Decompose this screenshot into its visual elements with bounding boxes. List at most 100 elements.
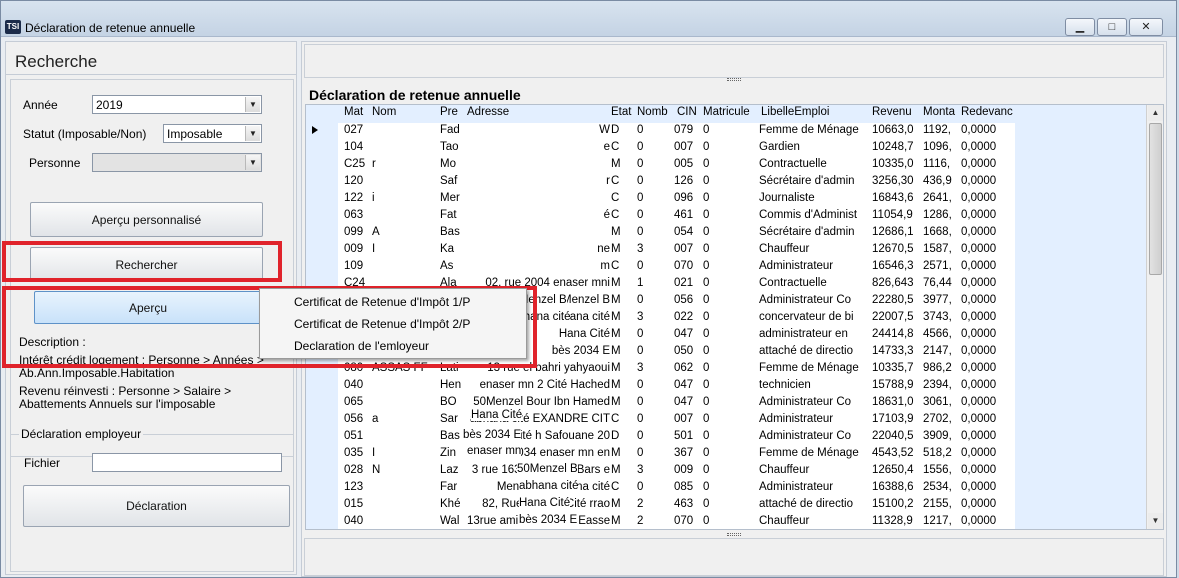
table-cell: 463	[674, 498, 694, 510]
menu-item-certificat-2p[interactable]: Certificat de Retenue d'Impôt 2/P	[260, 313, 526, 335]
table-cell: 126	[674, 175, 694, 187]
table-cell: Saf	[440, 175, 458, 187]
column-header-nom[interactable]: Nom	[372, 106, 440, 122]
table-cell: 007	[674, 243, 694, 255]
search-panel-header: Recherche	[6, 42, 296, 75]
table-row[interactable]: 040 Hen enaser mn 2 Cité Hached M 0 047 0 techn…	[338, 378, 1015, 395]
table-cell: 047	[674, 396, 694, 408]
table-row[interactable]: 027 Fad W D 0 079 0 Femme de Ménage 10663,0 1192,…	[338, 123, 1015, 140]
table-cell: 15788,9	[872, 379, 914, 391]
table-cell: 3	[637, 243, 644, 255]
table-cell: 079	[674, 124, 694, 136]
table-cell: 0,0000	[961, 362, 997, 374]
table-cell: 0,0000	[961, 464, 997, 476]
table-cell: a	[372, 413, 379, 425]
table-row[interactable]: 063 Fat é C 0 461 0 Commis d'Administ 11054,9 128…	[338, 208, 1015, 225]
table-cell: 0	[703, 243, 710, 255]
chevron-down-icon[interactable]: ▼	[245, 126, 260, 141]
column-header-etat[interactable]: Etat	[611, 106, 637, 122]
table-row[interactable]: 051 Bas Hana Cité h Safouane 20 D 0 501 0 Admin…	[338, 429, 1015, 446]
table-cell: 0	[703, 277, 710, 289]
table-cell: Sécrétaire d'admin	[759, 175, 855, 187]
splitter-grip-bottom[interactable]	[727, 533, 741, 536]
table-cell: 056	[674, 294, 694, 306]
table-cell: m	[600, 260, 610, 272]
apercu-personnalise-button[interactable]: Aperçu personnalisé	[30, 202, 263, 237]
column-header-pre[interactable]: Pre	[440, 106, 467, 122]
table-cell: Khé	[440, 498, 461, 510]
table-cell: 3256,30	[872, 175, 914, 187]
grid-vertical-scrollbar[interactable]: ▲ ▼	[1146, 105, 1163, 529]
close-icon: ✕	[1141, 21, 1151, 33]
grid-title: Déclaration de retenue annuelle	[309, 87, 521, 103]
column-header-monta[interactable]: Monta	[923, 106, 961, 122]
table-row[interactable]: 040Wal13rue ami abès 2034 EasserM20700Ch…	[338, 514, 1015, 529]
table-row[interactable]: 065 BO 50Menzel Bour Ibn Hamed M 0 047 0 Admini…	[338, 395, 1015, 412]
table-cell: 040	[344, 515, 364, 527]
table-row[interactable]: 109 As m C 0 070 0 Administrateur 16546,3 2571, 0,…	[338, 259, 1015, 276]
column-header-adresse[interactable]: Adresse	[467, 106, 610, 122]
table-row[interactable]: 035 I Zin abès 2034 enaser mn en M 0 367 0 Femme…	[338, 446, 1015, 463]
table-cell: D	[611, 430, 620, 442]
table-cell: 2571,	[923, 260, 952, 272]
table-row[interactable]: 009 I Ka ne M 3 007 0 Chauffeur 12670,5 1587, 0,000…	[338, 242, 1015, 259]
statut-select[interactable]: Imposable ▼	[163, 124, 262, 143]
personne-select[interactable]: ▼	[92, 153, 262, 172]
title-bar[interactable]: TSI Déclaration de retenue annuelle ▁ □ …	[1, 1, 1176, 37]
table-row[interactable]: 056 a Sar abhana cité EXANDRE CIT C 0 007 0 Admi…	[338, 412, 1015, 429]
table-row[interactable]: 028NLaz3 rue 163 50Menzel Bars eM30090Ch…	[338, 463, 1015, 480]
table-cell: 0	[637, 141, 644, 153]
table-cell: M	[611, 226, 621, 238]
column-header-matricule[interactable]: Matricule	[703, 106, 759, 122]
column-header-cin[interactable]: CIN	[677, 106, 703, 122]
table-cell: Administrateur Co	[759, 396, 852, 408]
table-cell: Femme de Ménage	[759, 362, 859, 374]
table-row[interactable]: 015Khé82, Rue 4 Hana Cité rraoM24630atta…	[338, 497, 1015, 514]
maximize-button[interactable]: □	[1097, 18, 1127, 36]
table-row[interactable]: 120 Saf r C 0 126 0 Sécrétaire d'admin 3256,30 43…	[338, 174, 1015, 191]
table-cell: 007	[674, 141, 694, 153]
table-cell: é	[603, 209, 610, 221]
table-cell: 22040,5	[872, 430, 914, 442]
declaration-button[interactable]: Déclaration	[23, 485, 290, 527]
table-row[interactable]: 123FarMenzah 1 abhana citéC00850Administ…	[338, 480, 1015, 497]
splitter-grip-top[interactable]	[727, 78, 741, 81]
menu-item-certificat-1p[interactable]: Certificat de Retenue d'Impôt 1/P	[260, 291, 526, 313]
scroll-up-icon[interactable]: ▲	[1148, 105, 1163, 121]
table-cell: M	[611, 498, 621, 510]
highlight-rechercher	[2, 241, 282, 282]
table-cell: I	[372, 243, 376, 255]
table-cell: 0	[703, 430, 710, 442]
table-cell: M	[611, 447, 621, 459]
column-header-nomb[interactable]: Nomb	[637, 106, 673, 122]
table-cell: BO	[440, 396, 457, 408]
menu-item-declaration-employeur[interactable]: Declaration de l'emloyeur	[260, 335, 526, 357]
chevron-down-icon[interactable]: ▼	[245, 97, 260, 112]
stray-text: abhana cité	[519, 480, 579, 492]
table-cell: 0	[637, 175, 644, 187]
table-cell: 0	[703, 311, 710, 323]
column-header-libelle-emploi[interactable]: LibelleEmploi	[761, 106, 871, 122]
scroll-down-icon[interactable]: ▼	[1148, 513, 1163, 529]
fichier-input[interactable]	[92, 453, 282, 472]
table-cell: 022	[674, 311, 694, 323]
table-cell: 1286,	[923, 209, 952, 221]
table-row[interactable]: 099 A Bas M 0 054 0 Sécrétaire d'admin 12686,1 16…	[338, 225, 1015, 242]
statut-label: Statut (Imposable/Non)	[23, 127, 147, 141]
table-cell: 096	[674, 192, 694, 204]
chevron-down-icon[interactable]: ▼	[245, 155, 260, 170]
close-button[interactable]: ✕	[1129, 18, 1163, 36]
column-header-revenu[interactable]: Revenu	[872, 106, 923, 122]
table-cell: 0,0000	[961, 226, 997, 238]
table-row[interactable]: 122 i Mer C 0 096 0 Journaliste 16843,6 2641, 0,00…	[338, 191, 1015, 208]
table-row[interactable]: 104 Tao e C 0 007 0 Gardien 10248,7 1096, 0,0000	[338, 140, 1015, 157]
table-row[interactable]: C25 r Mo M 0 005 0 Contractuelle 10335,0 1116, 0,0…	[338, 157, 1015, 174]
table-cell: i	[372, 192, 375, 204]
column-header-redevance[interactable]: Redevanc	[961, 106, 1019, 122]
table-cell: 0	[637, 260, 644, 272]
minimize-button[interactable]: ▁	[1065, 18, 1095, 36]
scroll-thumb[interactable]	[1149, 123, 1162, 275]
column-header-mat[interactable]: Mat	[344, 106, 372, 122]
annee-select[interactable]: 2019 ▼	[92, 95, 262, 114]
table-cell: 3977,	[923, 294, 952, 306]
